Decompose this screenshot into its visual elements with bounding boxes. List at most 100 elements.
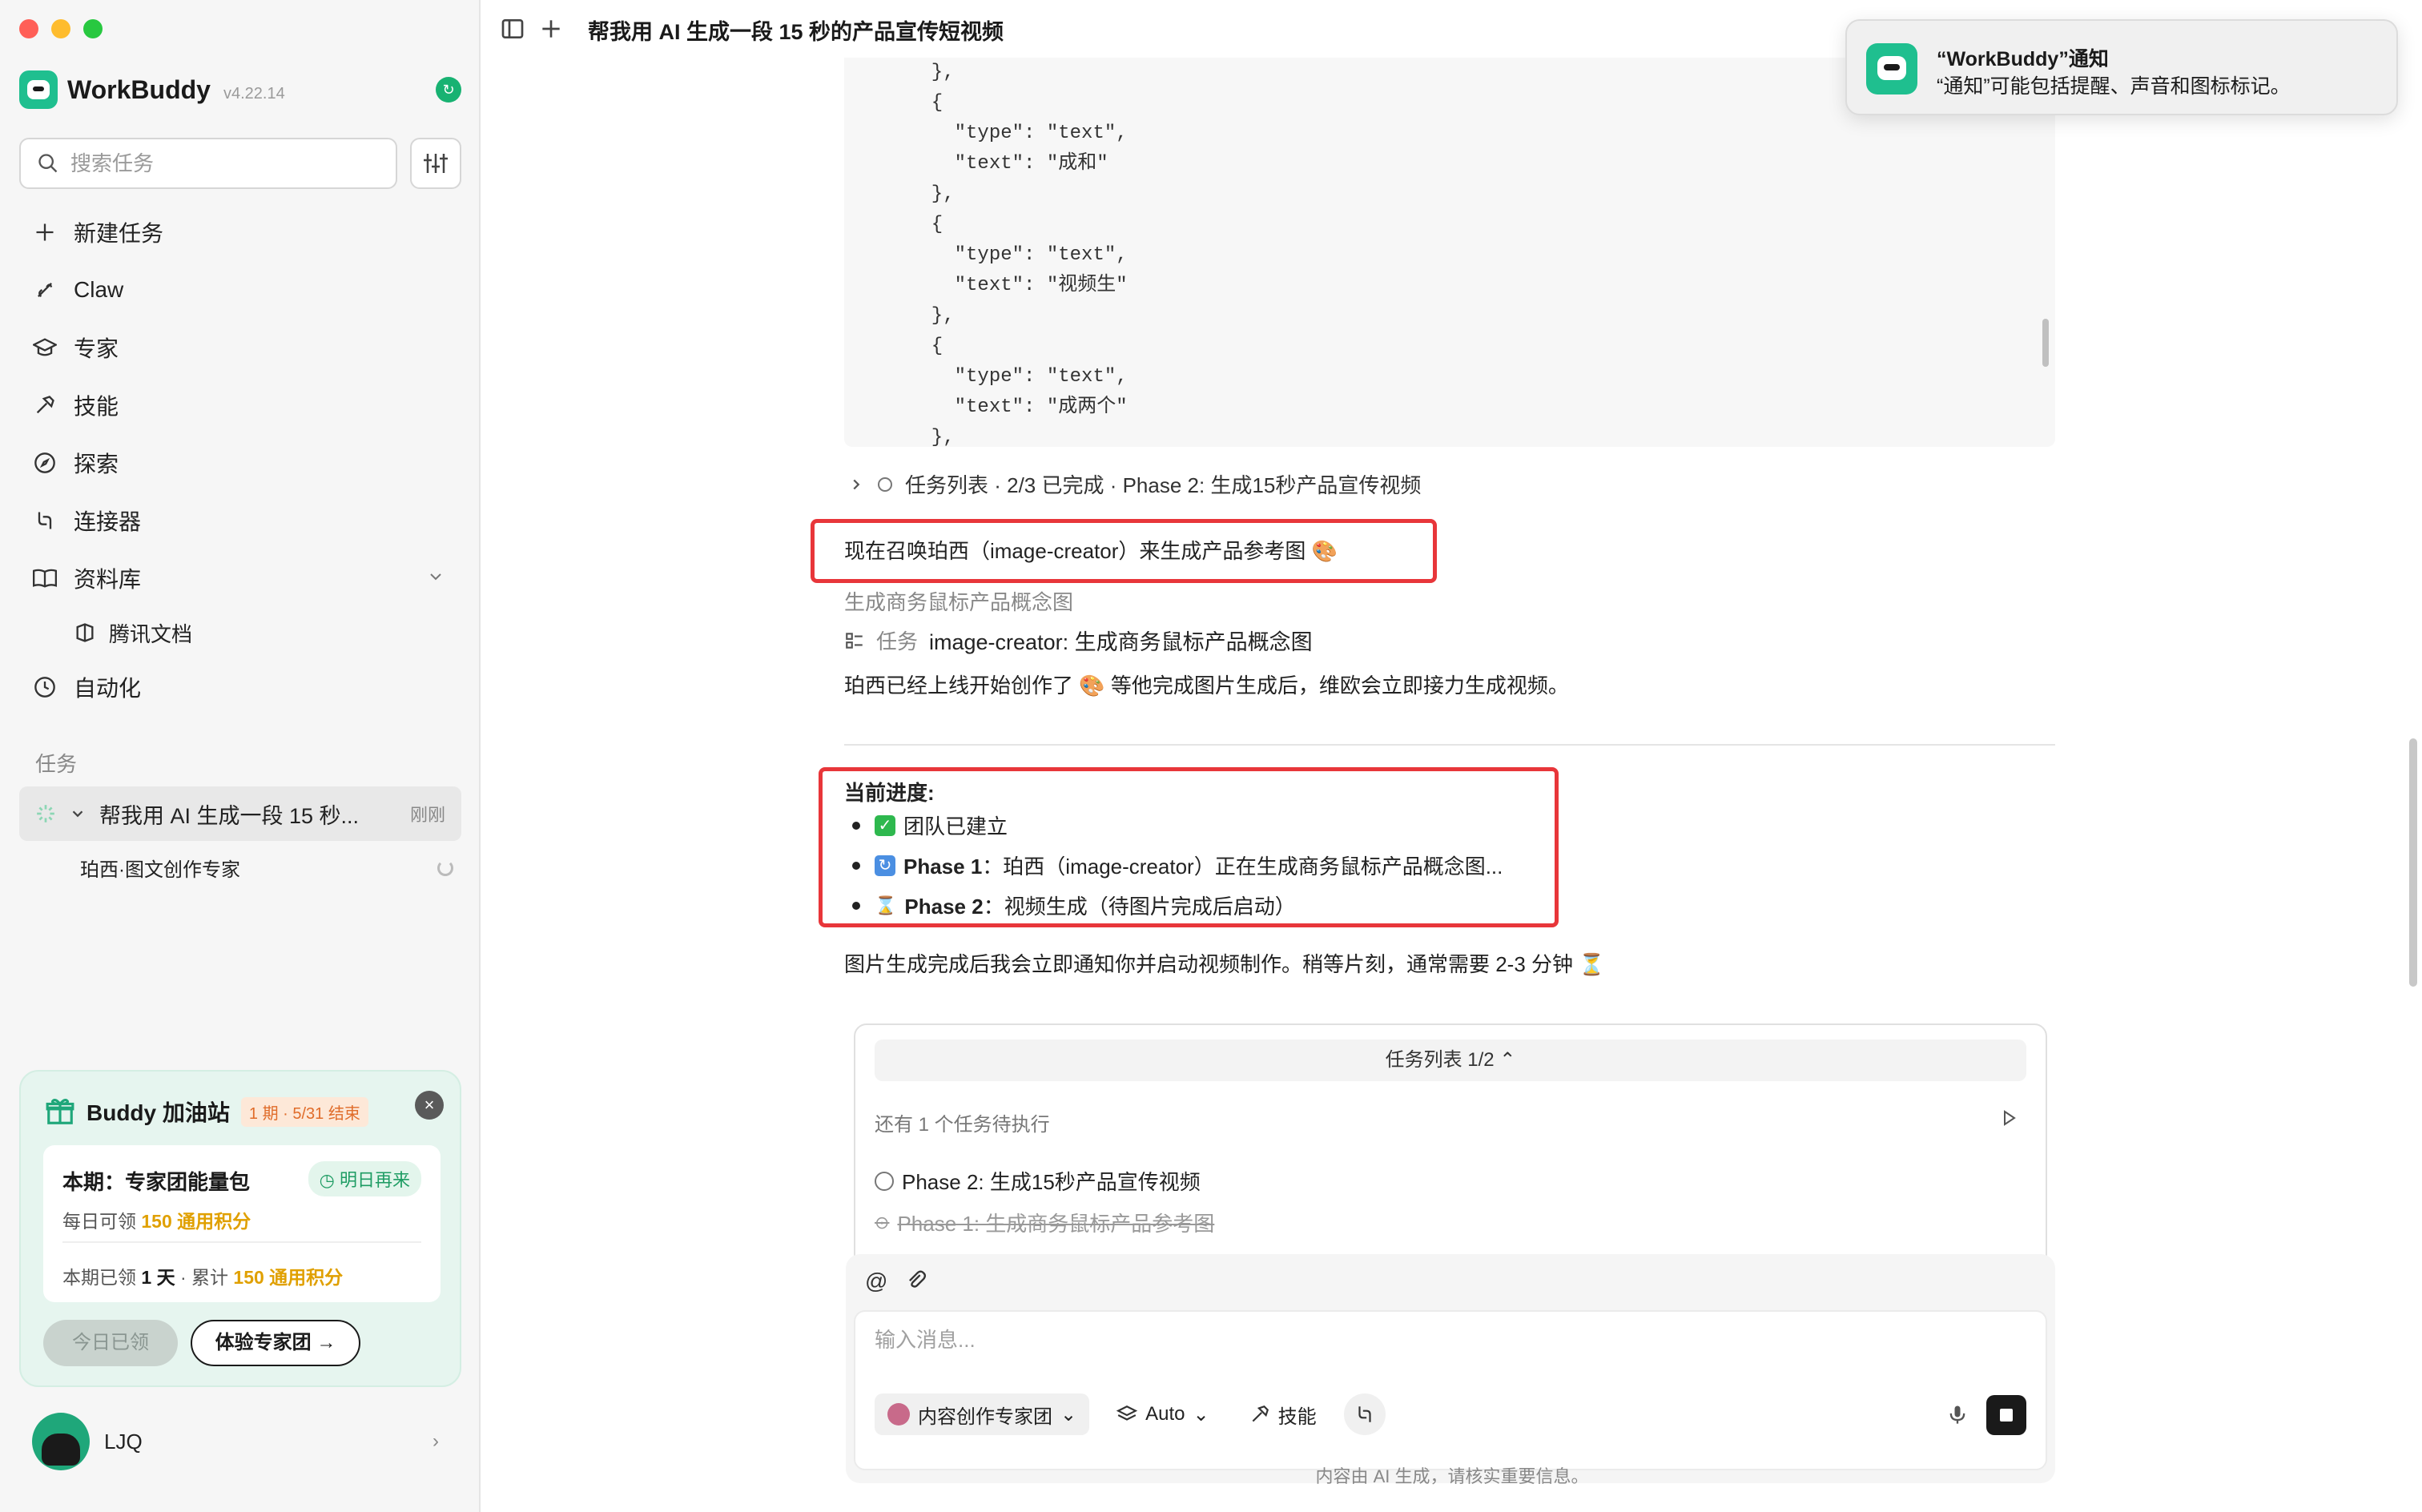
- stop-button[interactable]: [1986, 1395, 2026, 1435]
- check-circle-icon: ⊙: [875, 1212, 890, 1233]
- close-icon[interactable]: ×: [415, 1091, 444, 1120]
- connection-status-icon[interactable]: ↻: [436, 77, 461, 103]
- chevron-right-icon[interactable]: ›: [432, 1430, 439, 1453]
- task-list-item-done[interactable]: ⊙ Phase 1: 生成商务鼠标产品参考图: [875, 1208, 1214, 1237]
- user-profile[interactable]: LJQ: [32, 1413, 143, 1470]
- nav-library[interactable]: 资料库: [19, 549, 461, 607]
- sub-task-item[interactable]: 珀西·图文创作专家: [80, 854, 240, 882]
- user-name: LJQ: [104, 1429, 143, 1454]
- connector-button[interactable]: [1343, 1393, 1386, 1435]
- minimize-window-button[interactable]: [51, 19, 70, 38]
- clock-icon: [32, 674, 58, 700]
- promo-period-tag: 1 期 · 5/31 结束: [240, 1096, 368, 1127]
- progress-item: ↻ Phase 1：珀西（image-creator）正在生成商务鼠标产品概念图…: [852, 850, 1503, 880]
- task-list-header[interactable]: 任务列表 1/2 ⌃: [875, 1040, 2026, 1081]
- agent-selector[interactable]: 内容创作专家团 ⌄: [875, 1393, 1090, 1435]
- task-list-collapsed[interactable]: 任务列表 · 2/3 已完成 · Phase 2: 生成15秒产品宣传视频: [847, 469, 1421, 499]
- workbuddy-logo-icon: [19, 70, 58, 109]
- try-expert-team-button[interactable]: 体验专家团 →: [191, 1320, 360, 1366]
- chevron-down-icon[interactable]: [69, 805, 86, 822]
- chevron-right-icon: [853, 479, 860, 489]
- progress-item: ✓ 团队已建立: [852, 810, 1008, 840]
- promo-title: Buddy 加油站: [86, 1100, 230, 1125]
- compass-icon: [32, 450, 58, 476]
- code-line: "type": "text",: [908, 123, 1128, 144]
- app-version: v4.22.14: [223, 84, 285, 103]
- sidebar-nav: 新建任务 Claw 专家 技能 探索 连接器 资料库 腾讯文档 自动化: [19, 203, 461, 716]
- microphone-icon[interactable]: [1946, 1403, 1969, 1426]
- main-scrollbar[interactable]: [2409, 738, 2417, 987]
- page-title: 帮我用 AI 生成一段 15 秒的产品宣传短视频: [588, 20, 1004, 44]
- avatar: [32, 1413, 90, 1470]
- gift-icon: [46, 1098, 74, 1124]
- nav-automation[interactable]: 自动化: [19, 658, 461, 716]
- app-name: WorkBuddy: [67, 74, 211, 104]
- active-task-item[interactable]: 帮我用 AI 生成一段 15 秒... 刚刚: [19, 786, 461, 841]
- checklist-icon: [846, 632, 863, 649]
- nav-connectors[interactable]: 连接器: [19, 492, 461, 549]
- mention-icon[interactable]: @: [865, 1269, 887, 1294]
- nav-tencent-docs[interactable]: 腾讯文档: [19, 607, 461, 658]
- chevron-up-icon: ⌃: [1499, 1049, 1516, 1071]
- claw-icon: [32, 277, 58, 303]
- paperclip-icon[interactable]: [905, 1269, 927, 1291]
- promo-inner-card: 本期：专家团能量包 ◷ 明日再来 每日可领 150 通用积分 本期已领 1 天 …: [43, 1145, 441, 1302]
- graduation-cap-icon: [32, 335, 58, 360]
- summon-message: 现在召唤珀西（image-creator）来生成产品参考图 🎨: [844, 539, 1338, 563]
- chevron-down-icon[interactable]: [426, 567, 445, 586]
- nav-label: 探索: [74, 452, 119, 477]
- promo-card-title: 本期：专家团能量包: [62, 1170, 251, 1194]
- nav-label: 自动化: [74, 676, 142, 701]
- book-icon: [32, 565, 58, 591]
- composer-toolbar: 内容创作专家团 ⌄ Auto ⌄ 技能: [875, 1393, 1386, 1435]
- generation-label: 生成商务鼠标产品概念图: [844, 590, 1074, 614]
- code-line: "type": "text",: [908, 244, 1128, 266]
- nav-label: Claw: [74, 277, 124, 302]
- nav-experts[interactable]: 专家: [19, 319, 461, 376]
- nav-skills[interactable]: 技能: [19, 376, 461, 434]
- hourglass-icon: ⌛: [875, 895, 897, 915]
- code-scrollbar[interactable]: [2042, 319, 2049, 367]
- online-message: 珀西已经上线开始创作了 🎨 等他完成图片生成后，维欧会立即接力生成视频。: [844, 674, 1569, 698]
- after-message: 图片生成完成后我会立即通知你并启动视频制作。稍等片刻，通常需要 2-3 分钟 ⏳: [844, 952, 1605, 976]
- model-selector[interactable]: Auto ⌄: [1104, 1393, 1221, 1435]
- promo-card: Buddy 加油站 1 期 · 5/31 结束 × 本期：专家团能量包 ◷ 明日…: [19, 1070, 461, 1387]
- play-icon[interactable]: [1999, 1108, 2018, 1128]
- system-notification[interactable]: “WorkBuddy”通知 “通知”可能包括提醒、声音和图标标记。: [1845, 19, 2398, 115]
- search-icon: [38, 154, 58, 173]
- nav-sub-label: 腾讯文档: [109, 621, 193, 646]
- new-tab-plus-icon[interactable]: [538, 16, 564, 42]
- close-window-button[interactable]: [19, 19, 38, 38]
- composer: @ 内容创作专家团 ⌄ Auto ⌄ 技能: [846, 1254, 2055, 1483]
- code-block: }, { "type": "text", "text": "成和" }, { "…: [844, 58, 2055, 447]
- search-input[interactable]: [70, 151, 375, 176]
- subtask-row[interactable]: 任务 image-creator: 生成商务鼠标产品概念图: [844, 625, 1313, 656]
- zoom-window-button[interactable]: [83, 19, 103, 38]
- nav-claw[interactable]: Claw: [19, 261, 461, 319]
- search-box[interactable]: [19, 138, 397, 189]
- code-line: },: [908, 427, 955, 447]
- task-list-item[interactable]: Phase 2: 生成15秒产品宣传视频: [875, 1166, 1201, 1196]
- nav-label: 专家: [74, 336, 119, 361]
- claimed-today-button[interactable]: 今日已领: [43, 1320, 178, 1366]
- window-controls: [19, 19, 103, 38]
- nav-label: 新建任务: [74, 221, 164, 246]
- nav-explore[interactable]: 探索: [19, 434, 461, 492]
- agent-avatar-icon: [887, 1403, 910, 1426]
- code-line: },: [908, 183, 955, 205]
- progress-title: 当前进度:: [844, 781, 935, 805]
- code-line: "text": "视频生": [908, 275, 1128, 296]
- nav-label: 技能: [74, 394, 119, 419]
- sliders-icon: [424, 154, 448, 173]
- filter-button[interactable]: [410, 138, 461, 189]
- hammer-icon: [32, 392, 58, 418]
- code-line: "type": "text",: [908, 366, 1128, 388]
- divider: [62, 1241, 421, 1243]
- nav-new-task[interactable]: 新建任务: [19, 203, 461, 261]
- promo-total-line: 本期已领 1 天 · 累计 150 通用积分: [62, 1267, 344, 1288]
- ai-disclaimer: 内容由 AI 生成，请核实重要信息。: [1315, 1466, 1589, 1486]
- message-input[interactable]: [875, 1328, 1836, 1353]
- sidebar-toggle-icon[interactable]: [500, 16, 525, 42]
- code-line: {: [908, 92, 943, 114]
- skills-button[interactable]: 技能: [1237, 1393, 1330, 1435]
